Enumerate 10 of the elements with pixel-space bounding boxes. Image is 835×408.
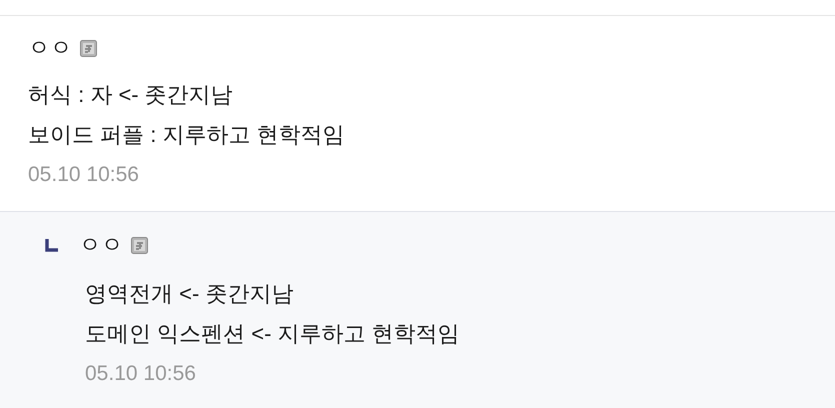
timestamp: 05.10 10:56 bbox=[28, 162, 140, 188]
timestamp: 05.10 10:56 bbox=[85, 361, 197, 387]
nickname-badge-icon bbox=[131, 236, 148, 254]
author-name[interactable]: ㅇㅇ bbox=[79, 234, 123, 256]
author-name[interactable]: ㅇㅇ bbox=[28, 37, 72, 59]
comment-text: 도메인 익스펜션 <- 지루하고 현학적임 bbox=[85, 320, 461, 348]
comment-text: 허식 : 자 <- 좃간지남 bbox=[28, 81, 234, 109]
comment-text: 보이드 퍼플 : 지루하고 현학적임 bbox=[28, 121, 346, 149]
nickname-badge-icon bbox=[80, 40, 97, 56]
comment-text: 영역전개 <- 좃간지남 bbox=[85, 280, 294, 308]
